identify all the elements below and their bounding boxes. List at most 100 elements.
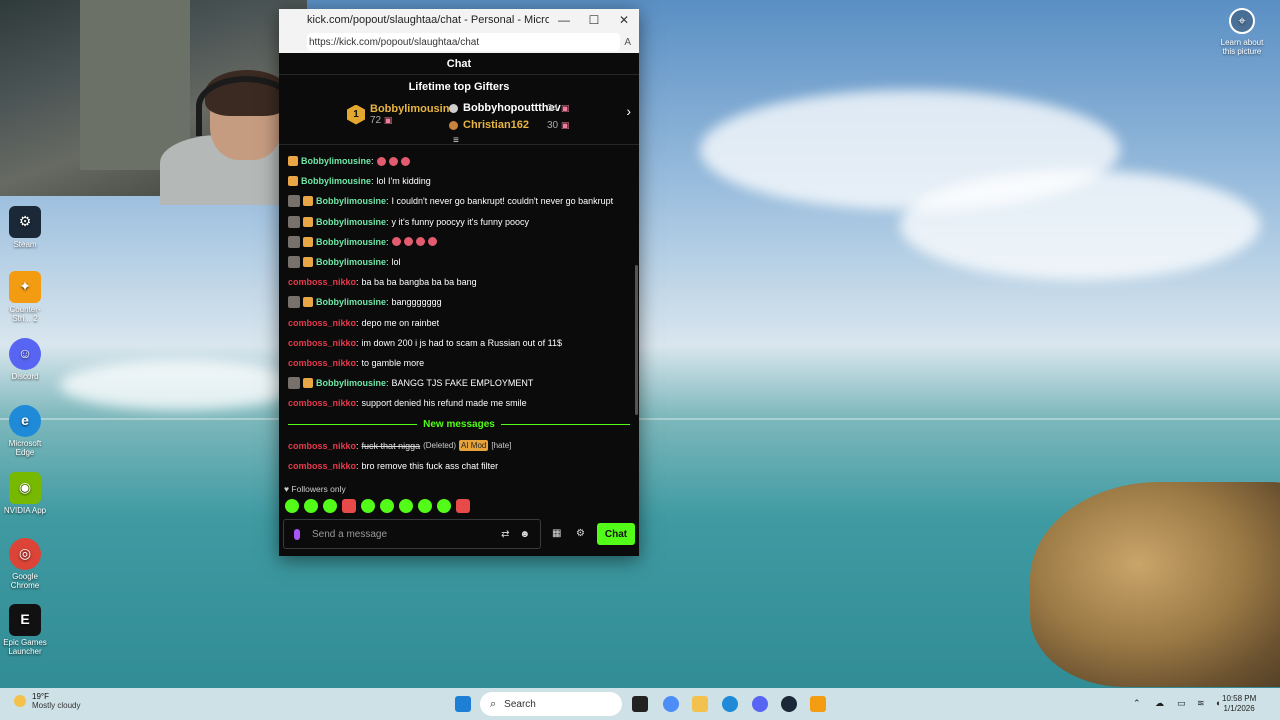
taskbar-clock[interactable]: 10:58 PM 1/1/2026	[1222, 694, 1256, 715]
deleted-tag: (Deleted)	[423, 441, 456, 451]
task-view-icon[interactable]	[632, 696, 648, 712]
chat-header: Chat	[279, 53, 639, 75]
chat-message: Bobbylimousine:	[288, 232, 639, 252]
network-icon[interactable]: ☁	[1155, 698, 1164, 709]
weather-widget[interactable]: 19°F Mostly cloudy	[14, 692, 80, 710]
emote-icon[interactable]	[285, 499, 299, 513]
file-explorer-icon[interactable]	[692, 696, 708, 712]
maximize-button[interactable]: ☐	[579, 13, 609, 27]
wifi-icon[interactable]: ≋	[1197, 698, 1205, 709]
chat-username[interactable]: comboss_nikko	[288, 461, 356, 471]
emote-icon[interactable]	[380, 499, 394, 513]
chat-message: Bobbylimousine: BANGG TJS FAKE EMPLOYMENT	[288, 373, 639, 393]
gift-shop-icon[interactable]: ▦	[552, 528, 561, 539]
window-titlebar[interactable]: kick.com/popout/slaughtaa/chat - Persona…	[279, 9, 639, 31]
chat-message-text: y it's funny poocyy it's funny poocy	[391, 216, 530, 227]
desktop-icon-edge[interactable]: e Microsoft Edge	[2, 405, 48, 458]
chat-username[interactable]: Bobbylimousine	[316, 378, 386, 388]
chat-message: comboss_nikko: to gamble more	[288, 357, 425, 368]
start-icon[interactable]	[455, 696, 471, 712]
settings-icon[interactable]: ⚙	[576, 528, 585, 539]
microphone-icon[interactable]	[294, 528, 300, 540]
chat-message-text: BANGG TJS FAKE EMPLOYMENT	[391, 378, 534, 389]
learn-about-picture[interactable]: ⌖ Learn about this picture	[1214, 8, 1270, 56]
read-aloud-icon[interactable]: A	[624, 37, 631, 48]
webcam-overlay	[0, 0, 310, 205]
volume-icon[interactable]: ◖	[1215, 698, 1220, 708]
chevron-up-icon[interactable]: ⌃	[1133, 698, 1141, 709]
emote-icon[interactable]	[342, 499, 356, 513]
copilot-icon[interactable]	[663, 696, 679, 712]
minimize-button[interactable]: —	[549, 13, 579, 27]
chat-message: comboss_nikko: bro remove this fuck ass …	[288, 460, 499, 471]
chat-message: Bobbylimousine: lol	[288, 252, 639, 272]
chat-message-deleted: comboss_nikko: fuck that nigga (Deleted)…	[288, 440, 512, 452]
subscriber-badge-icon	[288, 235, 300, 248]
gifter-badge-icon	[303, 196, 313, 207]
gifter-row[interactable]: Christian162 30 ▣	[449, 119, 569, 131]
edge-icon: e	[9, 405, 41, 437]
discord-taskbar-icon[interactable]	[752, 696, 768, 712]
chat-username[interactable]: Bobbylimousine	[316, 217, 386, 227]
desktop-icon-chrome[interactable]: ◎ Google Chrome	[2, 538, 48, 591]
chat-username[interactable]: Bobbylimousine	[316, 237, 386, 247]
chat-scrollbar[interactable]	[635, 265, 638, 415]
chat-message-text: bro remove this fuck ass chat filter	[361, 460, 499, 471]
edge-taskbar-icon[interactable]	[722, 696, 738, 712]
discord-icon: ☺	[9, 338, 41, 370]
emote-icon[interactable]	[304, 499, 318, 513]
subscriber-badge-icon	[288, 256, 300, 269]
emote-icon[interactable]	[456, 499, 470, 513]
emoji-icon[interactable]: ☻	[519, 529, 530, 540]
chat-username[interactable]: comboss_nikko	[288, 358, 356, 368]
chat-username[interactable]: comboss_nikko	[288, 398, 356, 408]
translate-icon[interactable]: ⇄	[501, 529, 509, 540]
taskbar-search[interactable]: ⌕ Search	[480, 692, 622, 716]
top-gifter[interactable]: 1 Bobbylimousine 72 ▣	[347, 103, 456, 126]
chat-message-text: lol I'm kidding	[376, 176, 431, 187]
temperature: 19°F	[32, 692, 49, 701]
url-field[interactable]: https://kick.com/popout/slaughtaa/chat	[307, 33, 621, 51]
battery-icon[interactable]: ▭	[1177, 698, 1186, 709]
desktop-icon-counter-strike[interactable]: ✦ Counter-Stri... 2	[2, 271, 48, 324]
chat-message-text: lol	[391, 257, 401, 268]
desktop-icon-discord[interactable]: ☺ Discord	[2, 338, 48, 382]
counter-strike-taskbar-icon[interactable]	[810, 696, 826, 712]
gifter-count: 30	[547, 119, 559, 131]
moderation-reason: [hate]	[491, 441, 512, 451]
message-input[interactable]: Send a message ⇄ ☻	[283, 519, 541, 549]
desktop-icon-steam[interactable]: ⚙ Steam	[2, 206, 48, 250]
emote-icon	[376, 156, 386, 166]
desktop-icon-nvidia[interactable]: ◉ NVIDIA App	[2, 472, 48, 516]
chat-username[interactable]: comboss_nikko	[288, 441, 356, 451]
subscriber-badge-icon	[288, 215, 300, 228]
gifter-row[interactable]: Bobbyhopouttthev 34 ▣	[449, 102, 569, 114]
chat-username[interactable]: comboss_nikko	[288, 277, 356, 287]
emote-icon[interactable]	[437, 499, 451, 513]
camera-icon: ⌖	[1229, 8, 1255, 34]
chat-username[interactable]: comboss_nikko	[288, 338, 356, 348]
desktop-icon-epic-games[interactable]: E Epic Games Launcher	[2, 604, 48, 657]
chat-message: comboss_nikko: ba ba ba bangba ba ba bang	[288, 277, 477, 288]
emote-icon[interactable]	[418, 499, 432, 513]
chat-username[interactable]: Bobbylimousine	[301, 176, 371, 186]
address-bar: https://kick.com/popout/slaughtaa/chat A	[279, 31, 639, 53]
steam-taskbar-icon[interactable]	[781, 696, 797, 712]
emote-icon[interactable]	[399, 499, 413, 513]
chevron-right-icon[interactable]: ›	[626, 103, 631, 119]
emote-icon[interactable]	[361, 499, 375, 513]
wallpaper-horizon	[0, 418, 1280, 420]
chat-username[interactable]: Bobbylimousine	[316, 297, 386, 307]
chat-username[interactable]: Bobbylimousine	[316, 257, 386, 267]
close-button[interactable]: ✕	[609, 13, 639, 27]
send-chat-button[interactable]: Chat	[597, 523, 635, 545]
rank-badge-icon	[449, 103, 458, 113]
emote-icon[interactable]	[323, 499, 337, 513]
wallpaper-cloud	[900, 170, 1260, 280]
top-gifter-name: Bobbylimousine	[370, 103, 456, 115]
chat-username[interactable]: comboss_nikko	[288, 318, 356, 328]
gift-icon: ▣	[383, 115, 393, 125]
chat-username[interactable]: Bobbylimousine	[301, 156, 371, 166]
chat-username[interactable]: Bobbylimousine	[316, 196, 386, 206]
message-placeholder: Send a message	[312, 528, 388, 540]
